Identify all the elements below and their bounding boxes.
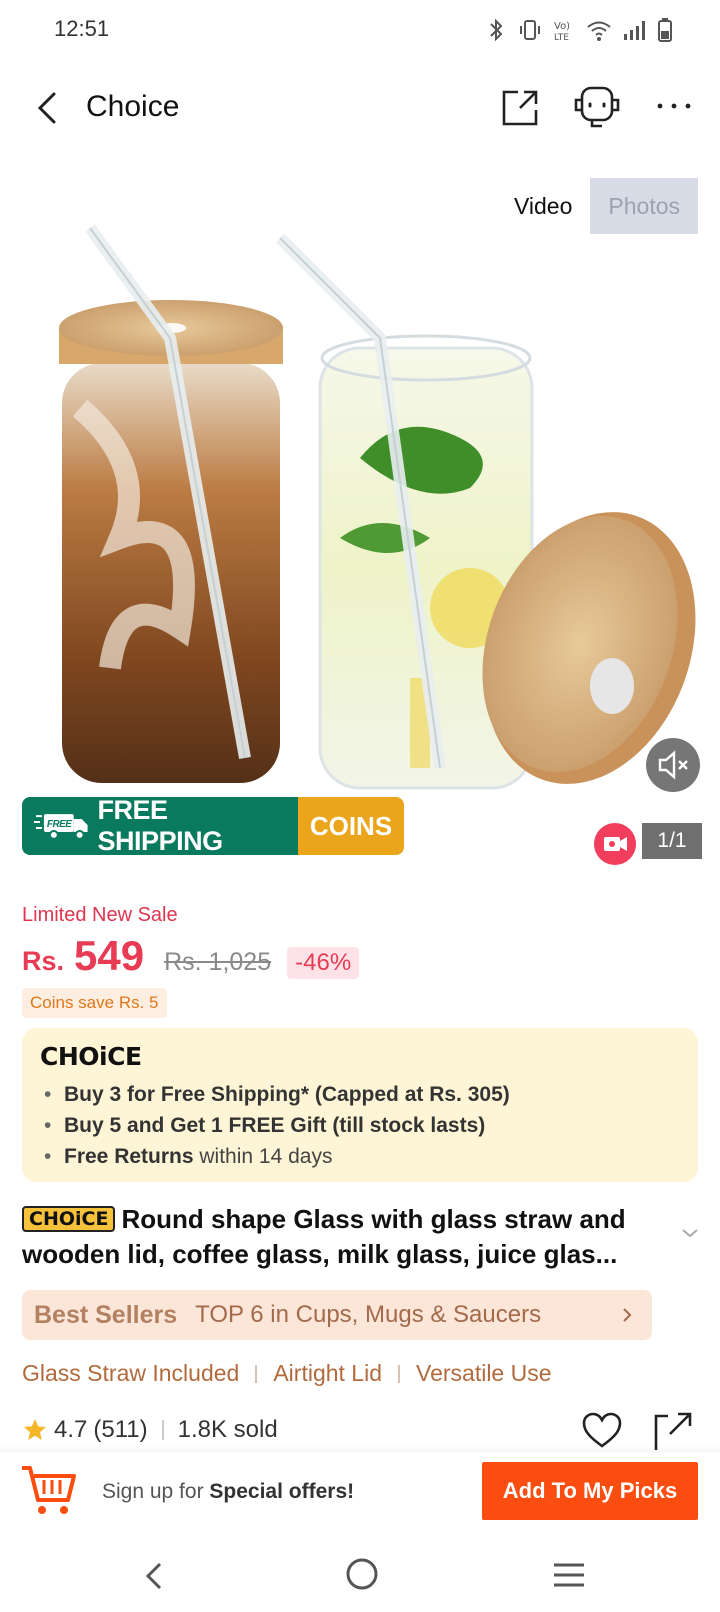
cart-button[interactable] — [20, 1462, 80, 1518]
volte-icon: Vo)LTE — [554, 21, 570, 42]
wifi-icon — [587, 21, 611, 41]
sold-count: 1.8K sold — [177, 1416, 278, 1443]
signal-icon — [624, 21, 645, 40]
expand-title-button[interactable] — [680, 1226, 700, 1240]
customer-service-button[interactable] — [572, 84, 624, 130]
feature-tag: Airtight Lid — [273, 1360, 382, 1386]
more-dots-icon — [657, 103, 691, 109]
svg-text:LTE: LTE — [554, 33, 569, 42]
choice-benefits-box[interactable]: CHOiCE Buy 3 for Free Shipping* (Capped … — [22, 1028, 698, 1182]
truck-icon: FREE — [34, 814, 88, 840]
svg-text:Vo): Vo) — [554, 21, 570, 32]
original-price: Rs. 1,025 — [164, 948, 272, 976]
benefit-item: Buy 5 and Get 1 FREE Gift (till stock la… — [40, 1110, 680, 1141]
share-icon — [502, 90, 538, 126]
tab-video[interactable]: Video — [495, 178, 591, 234]
menu-icon — [554, 1563, 584, 1587]
choice-logo: CHOiCE — [40, 1042, 142, 1071]
chevron-left-icon — [37, 92, 56, 124]
benefit-text: Buy 3 for Free Shipping* (Capped at Rs. … — [64, 1083, 510, 1106]
speaker-muted-icon — [658, 750, 688, 780]
feature-tags: Glass Straw Included Airtight Lid Versat… — [22, 1360, 552, 1387]
add-to-picks-button[interactable]: Add To My Picks — [482, 1462, 698, 1520]
rating-divider — [161, 1420, 164, 1440]
battery-icon — [658, 18, 672, 42]
system-navigation-bar — [0, 1536, 720, 1612]
benefit-item: Buy 3 for Free Shipping* (Capped at Rs. … — [40, 1079, 680, 1110]
media-type-toggle: Video Photos — [495, 178, 698, 234]
best-sellers-label: Best Sellers — [34, 1300, 178, 1329]
product-title[interactable]: CHOiCE Round shape Glass with glass straw… — [22, 1202, 670, 1272]
share-product-button[interactable] — [652, 1410, 694, 1452]
benefit-text: Buy 5 and Get 1 FREE Gift (till stock la… — [64, 1114, 486, 1137]
support-robot-icon — [574, 86, 620, 128]
signup-bold: Special offers! — [209, 1480, 355, 1503]
bottom-action-bar: Sign up for Special offers! Add To My Pi… — [0, 1452, 720, 1536]
status-bar: 12:51 Vo) LTE — [0, 0, 720, 60]
heart-icon — [582, 1412, 622, 1448]
status-icons: Vo) LTE — [486, 18, 672, 42]
home-circle-icon — [346, 1558, 378, 1590]
back-button[interactable] — [30, 88, 66, 128]
system-home-button[interactable] — [344, 1556, 380, 1592]
benefit-item: Free Returns within 14 days — [40, 1141, 680, 1172]
rating-score: 4.7 — [54, 1416, 88, 1443]
current-price: 549 — [74, 932, 145, 979]
tag-divider — [398, 1364, 400, 1383]
feature-tag: Glass Straw Included — [22, 1360, 240, 1386]
product-image[interactable] — [0, 208, 720, 868]
choice-benefits-list: Buy 3 for Free Shipping* (Capped at Rs. … — [40, 1079, 680, 1172]
tag-divider — [255, 1364, 258, 1383]
best-sellers-rank: TOP 6 in Cups, Mugs & Saucers — [195, 1301, 542, 1328]
mute-button[interactable] — [646, 738, 700, 792]
chevron-right-icon — [623, 1308, 632, 1322]
discount-badge: -46% — [287, 947, 360, 979]
status-time: 12:51 — [54, 16, 110, 41]
page-title: Choice — [86, 90, 180, 123]
star-icon — [24, 1419, 46, 1440]
benefit-text: Free Returns — [64, 1145, 194, 1168]
rating-row[interactable]: 4.7 (511) 1.8K sold — [22, 1416, 278, 1444]
signup-prefix: Sign up for — [102, 1480, 210, 1503]
tab-photos[interactable]: Photos — [590, 178, 698, 234]
rating-count: (511) — [93, 1416, 148, 1443]
video-camera-icon — [604, 837, 627, 851]
bluetooth-icon — [490, 18, 503, 42]
sale-label: Limited New Sale — [22, 904, 178, 926]
feature-tag: Versatile Use — [416, 1360, 552, 1386]
price-currency: Rs. — [22, 946, 65, 976]
top-nav: Choice — [0, 72, 720, 144]
share-button[interactable] — [500, 86, 542, 128]
free-shipping-section: FREE FREE SHIPPING — [22, 797, 298, 855]
coins-save-badge: Coins save Rs. 5 — [22, 988, 167, 1018]
truck-badge-text: FREE — [47, 819, 72, 830]
vibrate-icon — [520, 20, 540, 40]
more-options-button[interactable] — [654, 86, 694, 126]
shopping-cart-icon — [22, 1466, 76, 1514]
back-icon — [145, 1562, 162, 1590]
best-sellers-banner[interactable]: Best Sellers TOP 6 in Cups, Mugs & Sauce… — [22, 1290, 652, 1340]
system-recents-button[interactable] — [552, 1560, 586, 1590]
wishlist-button[interactable] — [582, 1412, 622, 1448]
media-counter: 1/1 — [642, 823, 702, 859]
price-row: Rs. 549 Rs. 1,025 -46% — [22, 932, 360, 992]
chevron-down-icon — [682, 1229, 698, 1238]
benefit-rest: within 14 days — [193, 1145, 333, 1168]
coins-label: COINS — [298, 797, 404, 855]
choice-badge: CHOiCE — [22, 1206, 116, 1232]
free-shipping-banner: FREE FREE SHIPPING COINS — [22, 797, 404, 855]
free-shipping-label: FREE SHIPPING — [97, 797, 224, 855]
share-icon — [654, 1412, 692, 1450]
video-play-button[interactable] — [594, 823, 636, 865]
signup-offer-link[interactable]: Sign up for Special offers! — [102, 1480, 354, 1504]
product-media[interactable]: Video Photos — [0, 168, 720, 868]
system-back-button[interactable] — [140, 1558, 170, 1594]
